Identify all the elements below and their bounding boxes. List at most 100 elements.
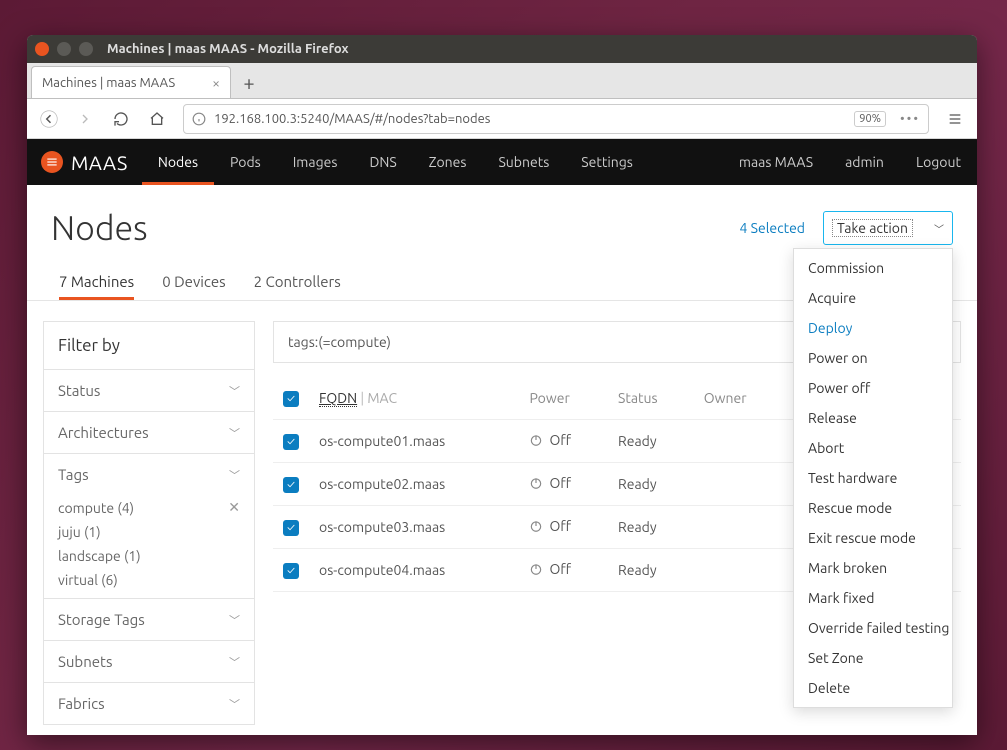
nav-item-nodes[interactable]: Nodes [142, 139, 214, 185]
col-owner[interactable]: Owner [694, 377, 784, 420]
chevron-down-icon: ﹀ [229, 467, 240, 483]
cell-fqdn[interactable]: os-compute02.maas [309, 463, 519, 506]
window-maximize-button[interactable] [79, 42, 93, 56]
window-close-button[interactable] [35, 42, 49, 56]
row-checkbox[interactable]: ✓ [283, 477, 299, 493]
nav-item-subnets[interactable]: Subnets [482, 139, 565, 185]
filter-tag[interactable]: virtual (6) [58, 572, 240, 588]
page-tab-7-machines[interactable]: 7 Machines [59, 263, 134, 300]
cell-power: Off [519, 506, 608, 549]
window-title: Machines | maas MAAS - Mozilla Firefox [107, 42, 349, 56]
page-tab-0-devices[interactable]: 0 Devices [162, 263, 225, 300]
filter-tag[interactable]: compute (4)✕ [58, 499, 240, 516]
action-release[interactable]: Release [794, 403, 952, 433]
cell-status: Ready [608, 549, 694, 592]
nav-item-pods[interactable]: Pods [214, 139, 277, 185]
action-power-on[interactable]: Power on [794, 343, 952, 373]
nav-item-zones[interactable]: Zones [413, 139, 483, 185]
col-status[interactable]: Status [608, 377, 694, 420]
selected-count: 4 Selected [740, 220, 805, 236]
filter-sidebar: Filter by Status﹀Architectures﹀Tags﹀ com… [43, 321, 255, 725]
chevron-down-icon: ﹀ [229, 612, 240, 628]
action-set-zone[interactable]: Set Zone [794, 643, 952, 673]
nav-item-settings[interactable]: Settings [565, 139, 649, 185]
nav-item-images[interactable]: Images [277, 139, 354, 185]
nav-right-logout[interactable]: Logout [900, 139, 977, 185]
url-text: 192.168.100.3:5240/MAAS/#/nodes?tab=node… [214, 112, 490, 126]
cell-owner [694, 463, 784, 506]
url-bar[interactable]: 192.168.100.3:5240/MAAS/#/nodes?tab=node… [183, 104, 929, 134]
action-delete[interactable]: Delete [794, 673, 952, 703]
reload-button[interactable] [105, 103, 137, 135]
cell-status: Ready [608, 420, 694, 463]
cell-power: Off [519, 549, 608, 592]
nav-right-admin[interactable]: admin [829, 139, 900, 185]
page-header: Nodes 4 Selected Take action ﹀ Commissio… [27, 185, 977, 255]
chevron-down-icon: ﹀ [229, 383, 240, 399]
cell-fqdn[interactable]: os-compute03.maas [309, 506, 519, 549]
forward-button[interactable] [69, 103, 101, 135]
filter-tag[interactable]: landscape (1) [58, 548, 240, 564]
select-all-checkbox[interactable]: ✓ [283, 391, 299, 407]
maas-logo[interactable]: MAAS [27, 139, 142, 185]
page-title: Nodes [51, 209, 148, 247]
cell-owner [694, 506, 784, 549]
take-action-dropdown[interactable]: Take action ﹀ CommissionAcquireDeployPow… [823, 211, 953, 245]
cell-owner [694, 420, 784, 463]
action-mark-fixed[interactable]: Mark fixed [794, 583, 952, 613]
filter-group-architectures[interactable]: Architectures﹀ [44, 411, 254, 453]
hamburger-menu-button[interactable] [939, 103, 971, 135]
col-fqdn-label: FQDN [319, 390, 357, 407]
cell-fqdn[interactable]: os-compute01.maas [309, 420, 519, 463]
cell-power: Off [519, 420, 608, 463]
nav-item-dns[interactable]: DNS [353, 139, 412, 185]
filter-group-storage-tags[interactable]: Storage Tags﹀ [44, 598, 254, 640]
home-button[interactable] [141, 103, 173, 135]
action-acquire[interactable]: Acquire [794, 283, 952, 313]
maas-page: MAAS NodesPodsImagesDNSZonesSubnetsSetti… [27, 139, 977, 735]
back-button[interactable] [33, 103, 65, 135]
action-mark-broken[interactable]: Mark broken [794, 553, 952, 583]
browser-toolbar: 192.168.100.3:5240/MAAS/#/nodes?tab=node… [27, 99, 977, 139]
page-actions-icon[interactable]: ••• [900, 112, 920, 126]
site-info-icon[interactable] [192, 112, 206, 126]
chevron-down-icon: ﹀ [229, 696, 240, 712]
filter-group-fabrics[interactable]: Fabrics﹀ [44, 682, 254, 724]
filter-group-status[interactable]: Status﹀ [44, 369, 254, 411]
cell-fqdn[interactable]: os-compute04.maas [309, 549, 519, 592]
filter-group-subnets[interactable]: Subnets﹀ [44, 640, 254, 682]
new-tab-button[interactable]: + [233, 66, 265, 98]
tab-close-icon[interactable]: × [212, 75, 220, 91]
action-override-failed-testing[interactable]: Override failed testing [794, 613, 952, 643]
col-power[interactable]: Power [519, 377, 608, 420]
cell-owner [694, 549, 784, 592]
browser-tab[interactable]: Machines | maas MAAS × [31, 66, 231, 98]
maas-navbar: MAAS NodesPodsImagesDNSZonesSubnetsSetti… [27, 139, 977, 185]
row-checkbox[interactable]: ✓ [283, 434, 299, 450]
action-deploy[interactable]: Deploy [794, 313, 952, 343]
col-mac-label: MAC [367, 390, 397, 406]
window-titlebar: Machines | maas MAAS - Mozilla Firefox [27, 35, 977, 63]
row-checkbox[interactable]: ✓ [283, 520, 299, 536]
window-minimize-button[interactable] [57, 42, 71, 56]
action-test-hardware[interactable]: Test hardware [794, 463, 952, 493]
chevron-down-icon: ﹀ [229, 425, 240, 441]
action-power-off[interactable]: Power off [794, 373, 952, 403]
action-abort[interactable]: Abort [794, 433, 952, 463]
filter-tags-list: compute (4)✕ juju (1) landscape (1) virtual… [44, 495, 254, 598]
filter-tag[interactable]: juju (1) [58, 524, 240, 540]
remove-tag-icon[interactable]: ✕ [228, 499, 240, 516]
row-checkbox[interactable]: ✓ [283, 563, 299, 579]
col-fqdn[interactable]: FQDN | MAC [309, 377, 519, 420]
cell-status: Ready [608, 463, 694, 506]
filter-group-tags[interactable]: Tags﹀ [44, 453, 254, 495]
browser-tabstrip: Machines | maas MAAS × + [27, 63, 977, 99]
power-icon [529, 433, 543, 447]
action-commission[interactable]: Commission [794, 253, 952, 283]
action-exit-rescue-mode[interactable]: Exit rescue mode [794, 523, 952, 553]
nav-right-maas-maas[interactable]: maas MAAS [723, 139, 829, 185]
zoom-level[interactable]: 90% [854, 111, 886, 127]
page-tab-2-controllers[interactable]: 2 Controllers [254, 263, 341, 300]
action-rescue-mode[interactable]: Rescue mode [794, 493, 952, 523]
chevron-down-icon: ﹀ [934, 221, 944, 236]
